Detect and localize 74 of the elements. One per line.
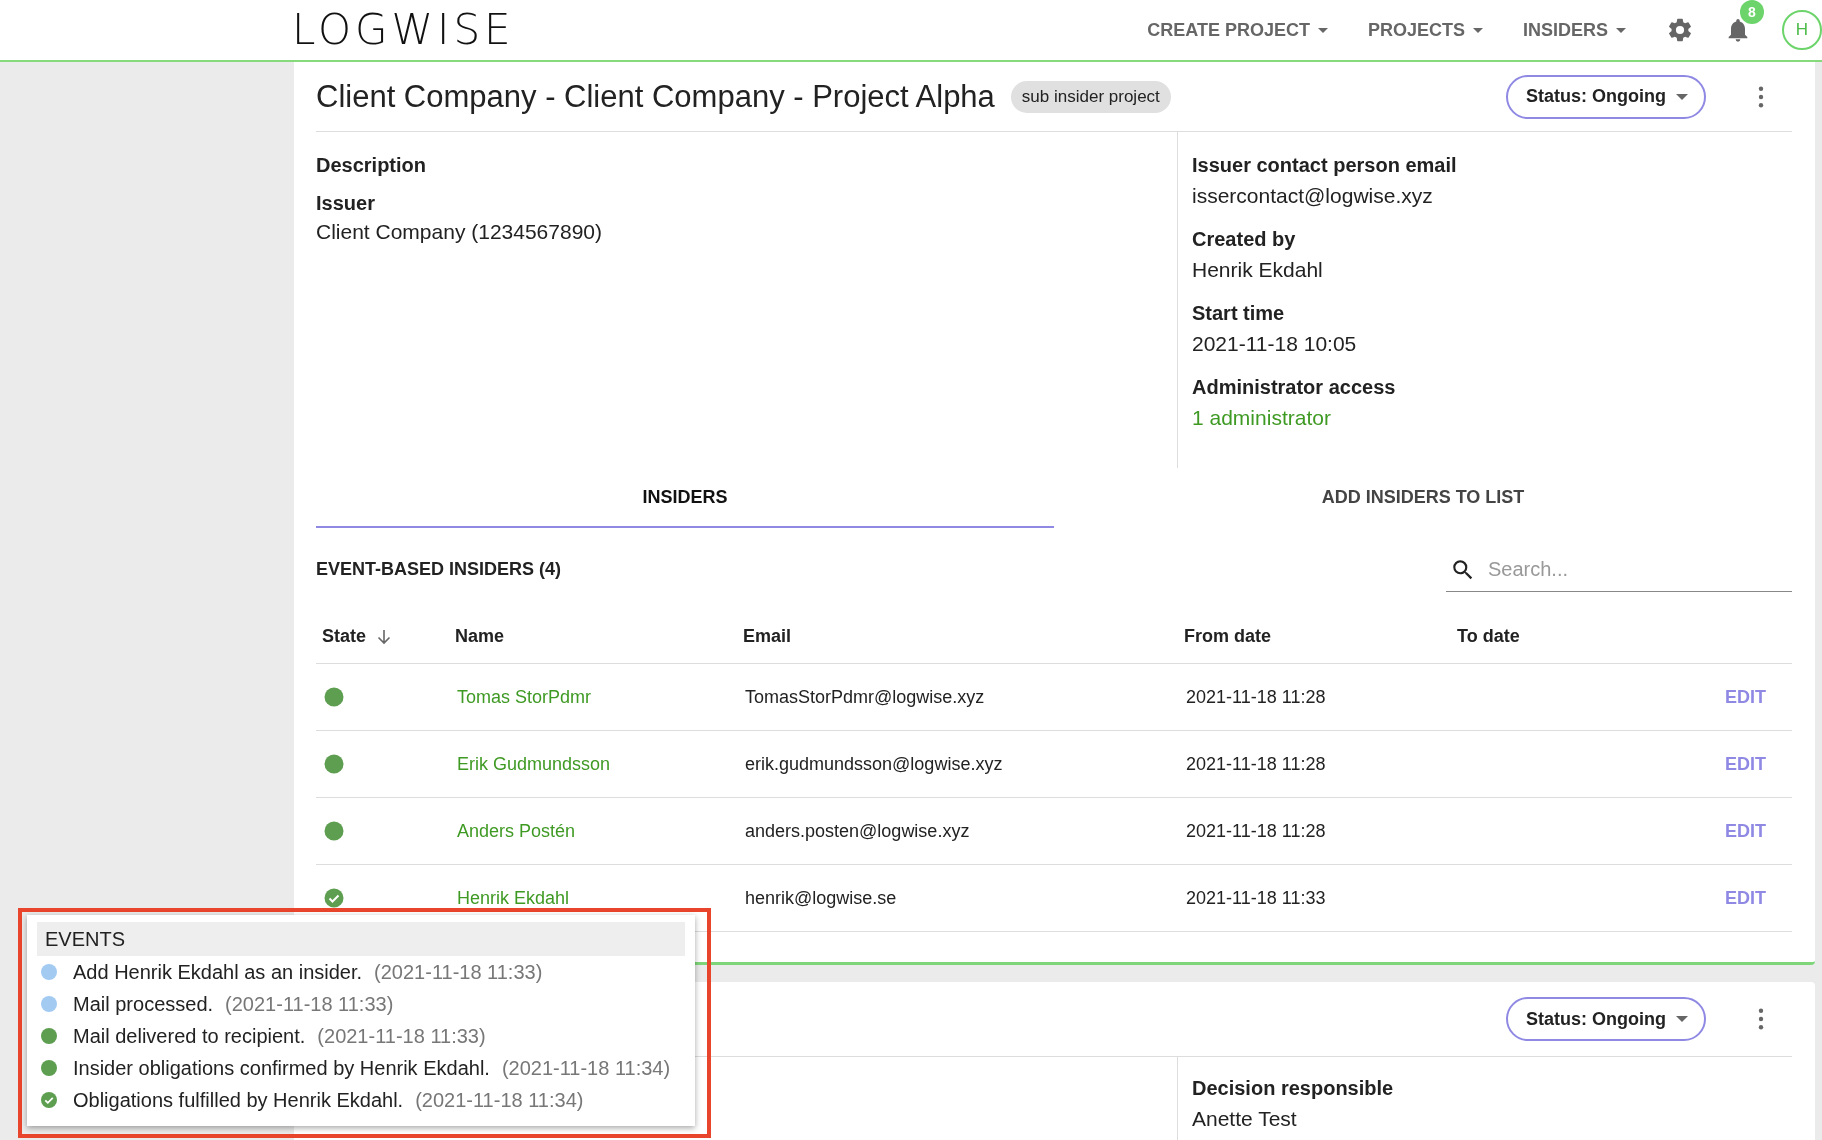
edit-button[interactable]: EDIT xyxy=(1725,686,1766,708)
table-cell: erik.gudmundsson@logwise.xyz xyxy=(745,753,1003,775)
table-cell: anders.posten@logwise.xyz xyxy=(745,820,970,842)
field-label: Issuer contact person email xyxy=(1192,153,1457,178)
caret-icon xyxy=(1317,27,1328,33)
status-dot-icon xyxy=(41,1060,57,1076)
notification-badge: 8 xyxy=(1740,0,1764,24)
status-dot-icon xyxy=(324,754,344,774)
status-dropdown[interactable]: Status: Ongoing xyxy=(1506,74,1706,119)
administrator-link[interactable]: 1 administrator xyxy=(1192,402,1331,434)
nav-menu[interactable]: PROJECTS xyxy=(1367,19,1483,41)
caret-icon xyxy=(1616,27,1626,33)
field-value: Anette Test xyxy=(1192,1106,1298,1132)
field-label: Issuer xyxy=(316,191,376,216)
check-circle-icon xyxy=(324,888,344,908)
status-dot-icon xyxy=(41,996,57,1012)
edit-button[interactable]: EDIT xyxy=(1725,820,1766,842)
caret-icon xyxy=(1676,93,1688,100)
search-field[interactable]: Search... xyxy=(1446,552,1792,592)
table-cell: 2021-11-18 11:33 xyxy=(1186,887,1326,909)
field-label: Decision responsible xyxy=(1192,1076,1394,1101)
event-time: (2021-11-18 11:33) xyxy=(374,960,543,984)
status-dot-icon xyxy=(41,1028,57,1044)
table-cell: 2021-11-18 11:28 xyxy=(1186,753,1326,775)
field-label: Start time xyxy=(1192,301,1286,326)
column-header[interactable]: State xyxy=(322,626,366,647)
table-cell: 2021-11-18 11:28 xyxy=(1186,686,1326,708)
edit-button[interactable]: EDIT xyxy=(1725,753,1766,775)
insider-name-link[interactable]: Erik Gudmundsson xyxy=(457,753,611,775)
caret-icon xyxy=(1676,1016,1688,1022)
event-text: Add Henrik Ekdahl as an insider. xyxy=(73,960,363,984)
project-tag: sub insider project xyxy=(1010,80,1171,113)
event-time: (2021-11-18 11:34) xyxy=(501,1056,671,1080)
insider-name-link[interactable]: Henrik Ekdahl xyxy=(457,887,570,909)
edit-button[interactable]: EDIT xyxy=(1725,887,1766,909)
status-dot-icon xyxy=(324,687,344,707)
field-value: issercontact@logwise.xyz xyxy=(1192,183,1434,209)
table-cell: henrik@logwise.se xyxy=(745,887,897,909)
field-label: Description xyxy=(316,153,428,178)
column-header[interactable]: From date xyxy=(1184,626,1271,647)
table-cell: 2021-11-18 11:28 xyxy=(1186,820,1326,842)
event-text: Mail processed. xyxy=(73,992,214,1016)
nav-menu[interactable]: CREATE PROJECT xyxy=(1147,19,1328,41)
table-cell: TomasStorPdmr@logwise.xyz xyxy=(745,686,985,708)
field-value: 2021-11-18 10:05 xyxy=(1192,331,1358,357)
field-value: Henrik Ekdahl xyxy=(1192,257,1324,283)
nav-menu[interactable]: INSIDERS xyxy=(1522,19,1626,41)
insider-name-link[interactable]: Tomas StorPdmr xyxy=(457,686,592,708)
status-dot-icon xyxy=(324,821,344,841)
more-icon[interactable] xyxy=(1758,1008,1764,1030)
column-header[interactable]: Name xyxy=(455,626,505,647)
sort-arrow-icon[interactable] xyxy=(376,628,392,645)
event-text: Insider obligations confirmed by Henrik Ekdahl. xyxy=(73,1056,490,1080)
field-label: Created by xyxy=(1192,227,1297,252)
field-value: Client Company (1234567890) xyxy=(316,219,603,245)
project-title: Client Company - Client Company - Project Alpha xyxy=(316,78,995,115)
more-icon[interactable] xyxy=(1758,85,1764,108)
column-header[interactable]: Email xyxy=(743,626,792,647)
event-time: (2021-11-18 11:33) xyxy=(225,992,394,1016)
status-dropdown[interactable]: Status: Ongoing xyxy=(1506,997,1706,1041)
popup-title: EVENTS xyxy=(37,922,685,956)
logo[interactable]: LOGWISE xyxy=(292,9,515,51)
check-circle-icon xyxy=(41,1092,57,1108)
event-time: (2021-11-18 11:34) xyxy=(415,1088,584,1112)
section-title: EVENT-BASED INSIDERS (4) xyxy=(316,558,562,580)
event-text: Obligations fulfilled by Henrik Ekdahl. xyxy=(73,1088,404,1112)
settings-icon[interactable] xyxy=(1666,16,1694,44)
column-header[interactable]: To date xyxy=(1457,626,1520,647)
insider-name-link[interactable]: Anders Postén xyxy=(457,820,576,842)
field-label: Administrator access xyxy=(1192,375,1397,400)
status-dot-icon xyxy=(41,964,57,980)
event-text: Mail delivered to recipient. xyxy=(73,1024,306,1048)
caret-icon xyxy=(1472,27,1483,33)
event-time: (2021-11-18 11:33) xyxy=(317,1024,486,1048)
